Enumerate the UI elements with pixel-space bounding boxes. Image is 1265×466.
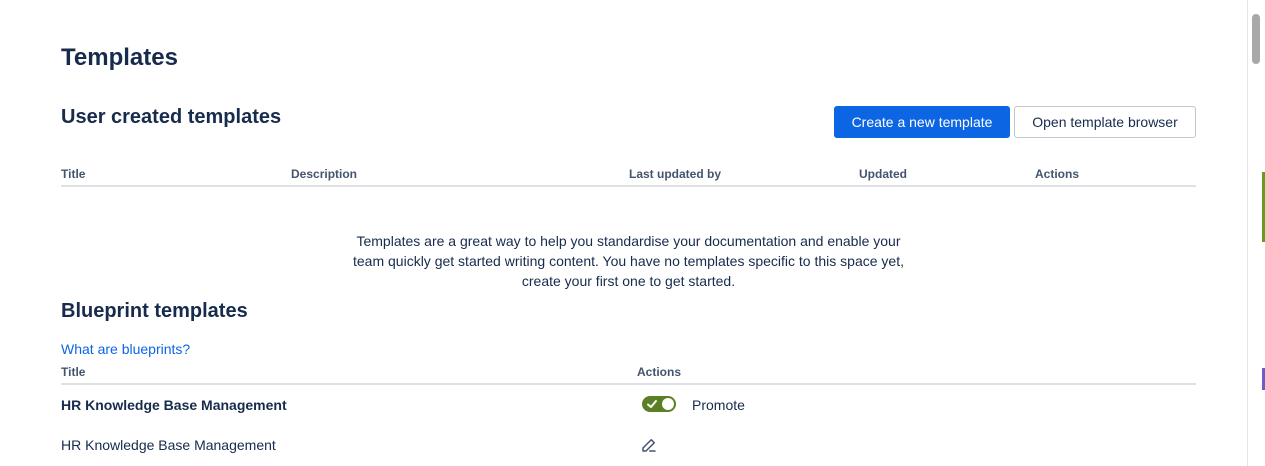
column-header-updated: Updated	[859, 167, 907, 181]
open-template-browser-button[interactable]: Open template browser	[1014, 106, 1196, 138]
promote-label: Promote	[692, 397, 745, 413]
toggle-knob	[662, 398, 674, 410]
table-header-divider	[61, 185, 1196, 187]
empty-templates-message: Templates are a great way to help you st…	[353, 233, 904, 289]
templates-page: Templates User created templates Create …	[0, 0, 1265, 466]
scrollbar-thumb[interactable]	[1252, 14, 1260, 64]
create-template-button[interactable]: Create a new template	[834, 106, 1010, 138]
what-are-blueprints-link[interactable]: What are blueprints?	[61, 341, 190, 357]
column-header-title: Title	[61, 167, 86, 181]
column-header-last-updated-by: Last updated by	[629, 167, 722, 181]
blueprint-title: HR Knowledge Base Management	[61, 437, 276, 453]
page-title: Templates	[61, 44, 178, 71]
check-icon	[647, 400, 657, 408]
blueprint-title: HR Knowledge Base Management	[61, 397, 287, 413]
blueprint-header-divider	[61, 383, 1196, 385]
user-templates-heading: User created templates	[61, 106, 282, 128]
column-header-actions: Actions	[637, 365, 682, 379]
column-header-description: Description	[291, 167, 358, 181]
column-header-actions: Actions	[1035, 167, 1080, 181]
edit-icon[interactable]	[640, 436, 658, 454]
blueprint-templates-heading: Blueprint templates	[61, 300, 248, 322]
promote-toggle[interactable]	[642, 396, 676, 412]
column-header-title: Title	[61, 365, 86, 379]
